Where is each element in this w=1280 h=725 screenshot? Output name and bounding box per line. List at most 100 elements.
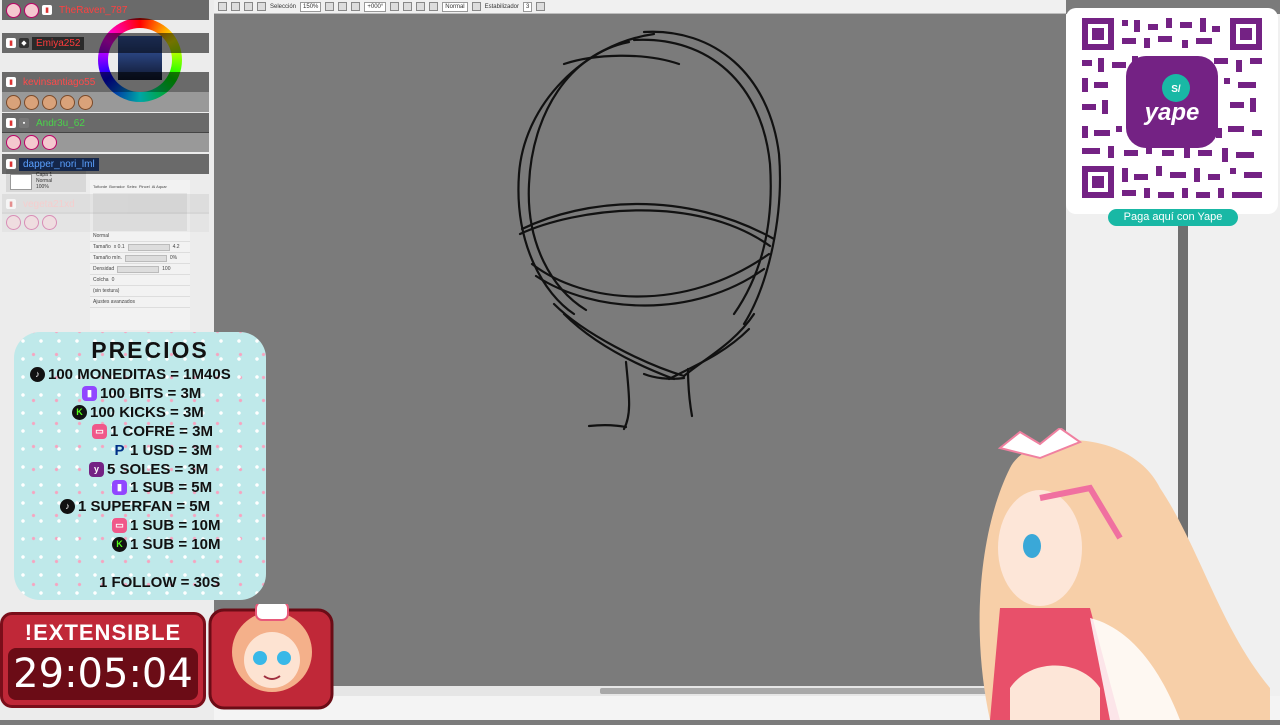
chat-badge-icon: ▪ — [19, 118, 29, 128]
price-text: 1 SUB = 5M — [130, 478, 213, 496]
size-multiplier[interactable]: x 0.1 — [114, 244, 125, 250]
emote-icon — [42, 94, 57, 110]
texture-label: Colcha — [93, 277, 109, 283]
kick-icon: K — [72, 404, 87, 420]
density-label: Densidad — [93, 266, 115, 272]
price-line: y 5 SOLES = 3M — [89, 460, 208, 478]
size-slider[interactable] — [127, 243, 170, 251]
emote-icon — [78, 94, 93, 110]
chest-icon: ▭ — [92, 423, 107, 439]
tool-tab[interactable]: Pincel — [139, 184, 150, 189]
price-line: ♪ 100 MONEDITAS = 1M40S — [30, 365, 231, 383]
chat-message: ▮ vegeta21xd — [2, 194, 209, 214]
toolbar-button[interactable] — [231, 2, 240, 11]
layer-thumbnail — [10, 174, 32, 190]
chat-username: TheRaven_787 — [59, 4, 128, 16]
emote-icon — [24, 134, 39, 150]
min-size-label: Tamaño mín. — [93, 255, 122, 261]
rotation-field[interactable]: +000° — [364, 1, 387, 12]
toolbar-button[interactable] — [244, 2, 253, 11]
chat-badge-icon: ▮ — [6, 199, 16, 209]
no-texture-label[interactable]: (sin textura) — [93, 288, 119, 294]
tiktok-icon: ♪ — [60, 498, 75, 514]
rotate-left-button[interactable] — [390, 2, 400, 11]
twitch-icon: ▮ — [112, 479, 127, 495]
layer-opacity: 100% — [36, 184, 49, 190]
density-value: 100 — [162, 266, 171, 272]
yape-icon: y — [89, 461, 104, 477]
chat-message: ▮ kevinsantiago55 — [2, 72, 209, 92]
zoom-out-button[interactable] — [325, 2, 335, 11]
price-line: P 1 USD = 3M — [112, 441, 212, 459]
follow-text: 1 FOLLOW = 30S — [99, 573, 221, 591]
emote-icon — [24, 2, 39, 18]
emote-icon — [6, 2, 21, 18]
emote-icon — [6, 214, 21, 230]
follow-line: 1 FOLLOW = 30S — [99, 573, 220, 591]
size-label: Tamaño — [93, 244, 111, 250]
price-text: 1 SUPERFAN = 5M — [78, 497, 211, 515]
qr-code-icon: S/ yape — [1082, 18, 1262, 198]
tool-tab[interactable]: Borrador — [109, 184, 125, 189]
price-text: 100 MONEDITAS = 1M40S — [48, 365, 231, 383]
rotate-reset-button[interactable] — [416, 2, 426, 11]
price-text: 100 KICKS = 3M — [90, 403, 204, 421]
timer-label: !EXTENSIBLE — [24, 620, 182, 645]
price-line: K 1 SUB = 10M — [112, 535, 220, 553]
price-text: 1 USD = 3M — [130, 441, 213, 459]
texture-value[interactable]: 0 — [112, 277, 115, 283]
toolbar-button[interactable] — [218, 2, 227, 11]
currency-label: S/ — [1171, 84, 1181, 95]
price-line: ▮ 100 BITS = 3M — [82, 384, 201, 402]
rotate-right-button[interactable] — [403, 2, 413, 11]
zoom-in-button[interactable] — [338, 2, 348, 11]
price-text: 1 SUB = 10M — [130, 516, 221, 534]
blend-mode-select[interactable]: Normal — [442, 1, 468, 12]
min-size-value: 0% — [169, 255, 178, 261]
tiktok-icon: ♪ — [30, 366, 45, 382]
scrollbar-thumb[interactable] — [600, 688, 1000, 694]
price-line: ▮ 1 SUB = 5M — [112, 478, 212, 496]
prices-title: PRECIOS — [91, 337, 209, 363]
zoom-field[interactable]: 150% — [300, 1, 322, 12]
stabilizer-label: Estabilizador — [484, 3, 519, 10]
density-slider[interactable] — [117, 265, 160, 273]
cat-badge-icon: ◆ — [19, 38, 29, 48]
chat-emotes — [2, 212, 209, 232]
brush-mode[interactable]: Normal — [93, 233, 109, 239]
stabilizer-select[interactable]: 3 — [523, 1, 533, 12]
advanced-settings[interactable]: Ajustes avanzados — [93, 299, 135, 305]
zoom-reset-button[interactable] — [351, 2, 361, 11]
flip-button[interactable] — [429, 2, 439, 11]
chat-badge-icon: ▮ — [42, 5, 52, 15]
chat-badge-icon: ▮ — [6, 77, 16, 87]
price-text: 1 COFRE = 3M — [110, 422, 213, 440]
chest-icon: ▭ — [112, 517, 127, 533]
toolbar-button[interactable] — [471, 2, 481, 11]
chat-username: kevinsantiago55 — [23, 76, 96, 88]
tool-tab[interactable]: Ai Aquar — [152, 184, 167, 189]
kick-icon: K — [112, 536, 127, 552]
price-line: K 100 KICKS = 3M — [72, 403, 204, 421]
yape-pay-button[interactable]: Paga aquí con Yape — [1108, 209, 1238, 226]
emote-icon — [24, 214, 39, 230]
tool-tab[interactable]: Tofiorde — [93, 184, 107, 189]
chat-username: vegeta21xd — [23, 198, 75, 210]
chat-username: Emiya252 — [32, 36, 85, 50]
price-text: 100 BITS = 3M — [100, 384, 202, 402]
selection-label: Selección — [270, 3, 297, 10]
avatar-sticker — [206, 601, 336, 712]
emote-icon — [6, 94, 21, 110]
price-text: 1 SUB = 10M — [130, 535, 221, 553]
tool-tab[interactable]: Selec — [127, 184, 137, 189]
min-size-slider[interactable] — [124, 254, 167, 262]
chat-emotes — [2, 132, 209, 152]
yape-logo: yape — [1144, 99, 1200, 126]
emote-icon — [42, 214, 57, 230]
stabilizer-dropdown[interactable] — [536, 2, 546, 11]
emote-icon — [42, 134, 57, 150]
twitch-icon: ▮ — [82, 385, 97, 401]
emote-icon — [60, 94, 75, 110]
selection-checkbox[interactable] — [257, 2, 266, 11]
chat-message: ▮ dapper_nori_lml — [2, 154, 209, 174]
